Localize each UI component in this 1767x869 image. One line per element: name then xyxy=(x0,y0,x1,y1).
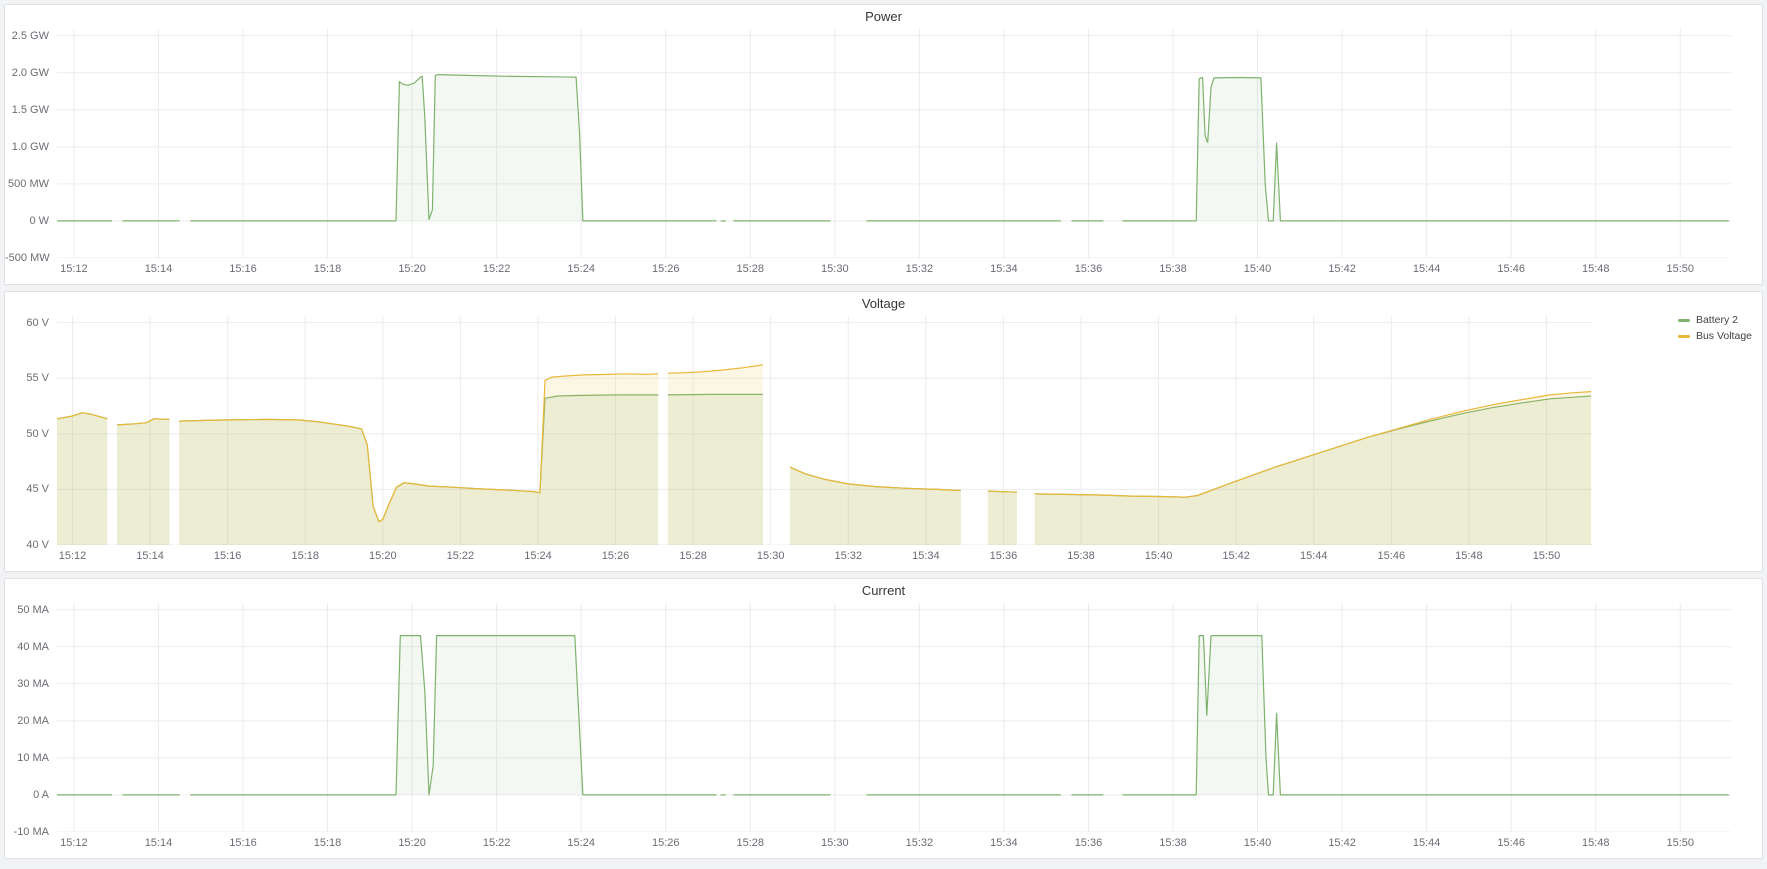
power-plot-area[interactable] xyxy=(57,29,1731,258)
y-tick-label: 500 MW xyxy=(5,178,49,190)
x-tick-label: 15:36 xyxy=(1058,837,1118,849)
x-tick-label: 15:22 xyxy=(467,263,527,275)
legend-item-bus-voltage[interactable]: Bus Voltage xyxy=(1678,330,1752,343)
y-tick-label: 50 V xyxy=(5,428,49,440)
x-tick-label: 15:14 xyxy=(128,837,188,849)
y-tick-label: 20 MA xyxy=(5,715,49,727)
x-tick-label: 15:38 xyxy=(1051,550,1111,562)
x-tick-label: 15:12 xyxy=(43,550,103,562)
x-tick-label: 15:40 xyxy=(1228,263,1288,275)
x-tick-label: 15:28 xyxy=(720,837,780,849)
x-tick-label: 15:14 xyxy=(120,550,180,562)
x-tick-label: 15:12 xyxy=(44,837,104,849)
x-tick-label: 15:42 xyxy=(1312,837,1372,849)
x-tick-label: 15:38 xyxy=(1143,263,1203,275)
voltage-legend: Battery 2 Bus Voltage xyxy=(1678,314,1752,343)
x-tick-label: 15:48 xyxy=(1439,550,1499,562)
panel-power: Power 2.5 GW 2.0 GW 1.5 GW 1.0 GW 500 MW 0 W -… xyxy=(4,4,1763,285)
legend-label-battery-2: Battery 2 xyxy=(1696,314,1738,327)
x-tick-label: 15:32 xyxy=(818,550,878,562)
dashboard: Power 2.5 GW 2.0 GW 1.5 GW 1.0 GW 500 MW 0 W -… xyxy=(0,0,1767,869)
x-tick-label: 15:18 xyxy=(298,837,358,849)
panel-voltage-title[interactable]: Voltage xyxy=(5,292,1762,316)
x-tick-label: 15:16 xyxy=(213,263,273,275)
x-tick-label: 15:32 xyxy=(889,837,949,849)
y-tick-label: 1.5 GW xyxy=(5,104,49,116)
y-tick-label: 0 W xyxy=(5,215,49,227)
x-tick-label: 15:32 xyxy=(889,263,949,275)
y-tick-label: -10 MA xyxy=(5,826,49,838)
x-tick-label: 15:12 xyxy=(44,263,104,275)
x-tick-label: 15:46 xyxy=(1361,550,1421,562)
x-tick-label: 15:50 xyxy=(1650,837,1710,849)
x-tick-label: 15:24 xyxy=(551,837,611,849)
x-tick-label: 15:42 xyxy=(1206,550,1266,562)
x-tick-label: 15:44 xyxy=(1397,837,1457,849)
y-tick-label: 2.0 GW xyxy=(5,67,49,79)
x-tick-label: 15:30 xyxy=(805,837,865,849)
y-tick-label: 30 MA xyxy=(5,678,49,690)
x-tick-label: 15:18 xyxy=(298,263,358,275)
x-tick-label: 15:34 xyxy=(974,263,1034,275)
x-tick-label: 15:36 xyxy=(973,550,1033,562)
x-tick-label: 15:40 xyxy=(1228,837,1288,849)
x-tick-label: 15:50 xyxy=(1516,550,1576,562)
y-tick-label: 50 MA xyxy=(5,604,49,616)
x-tick-label: 15:20 xyxy=(382,263,442,275)
y-tick-label: -500 MW xyxy=(5,252,49,264)
x-tick-label: 15:46 xyxy=(1481,837,1541,849)
x-tick-label: 15:34 xyxy=(974,837,1034,849)
y-tick-label: 0 A xyxy=(5,789,49,801)
x-tick-label: 15:38 xyxy=(1143,837,1203,849)
x-tick-label: 15:28 xyxy=(720,263,780,275)
x-tick-label: 15:34 xyxy=(896,550,956,562)
x-tick-label: 15:20 xyxy=(353,550,413,562)
y-tick-label: 55 V xyxy=(5,372,49,384)
panel-current: Current 50 MA 40 MA 30 MA 20 MA 10 MA 0 A -10 … xyxy=(4,578,1763,859)
legend-swatch-bus-voltage xyxy=(1678,335,1690,338)
legend-item-battery-2[interactable]: Battery 2 xyxy=(1678,314,1738,327)
x-tick-label: 15:26 xyxy=(636,263,696,275)
y-tick-label: 45 V xyxy=(5,483,49,495)
x-tick-label: 15:22 xyxy=(430,550,490,562)
x-tick-label: 15:28 xyxy=(663,550,723,562)
current-plot-area[interactable] xyxy=(57,603,1731,832)
voltage-plot-area[interactable] xyxy=(57,316,1593,545)
x-tick-label: 15:26 xyxy=(586,550,646,562)
x-tick-label: 15:22 xyxy=(467,837,527,849)
x-tick-label: 15:36 xyxy=(1058,263,1118,275)
x-tick-label: 15:44 xyxy=(1284,550,1344,562)
panel-voltage: Voltage Battery 2 Bus Voltage 60 V 55 V 50… xyxy=(4,291,1763,572)
y-tick-label: 10 MA xyxy=(5,752,49,764)
x-tick-label: 15:42 xyxy=(1312,263,1372,275)
legend-swatch-battery-2 xyxy=(1678,319,1690,322)
x-tick-label: 15:18 xyxy=(275,550,335,562)
x-tick-label: 15:26 xyxy=(636,837,696,849)
x-tick-label: 15:16 xyxy=(198,550,258,562)
y-tick-label: 40 MA xyxy=(5,641,49,653)
y-tick-label: 1.0 GW xyxy=(5,141,49,153)
x-tick-label: 15:16 xyxy=(213,837,273,849)
legend-label-bus-voltage: Bus Voltage xyxy=(1696,330,1752,343)
panel-current-title[interactable]: Current xyxy=(5,579,1762,603)
x-tick-label: 15:24 xyxy=(551,263,611,275)
x-tick-label: 15:30 xyxy=(805,263,865,275)
x-tick-label: 15:44 xyxy=(1397,263,1457,275)
x-tick-label: 15:46 xyxy=(1481,263,1541,275)
y-tick-label: 40 V xyxy=(5,539,49,551)
x-tick-label: 15:40 xyxy=(1129,550,1189,562)
x-tick-label: 15:20 xyxy=(382,837,442,849)
x-tick-label: 15:50 xyxy=(1650,263,1710,275)
x-tick-label: 15:48 xyxy=(1566,263,1626,275)
x-tick-label: 15:30 xyxy=(741,550,801,562)
y-tick-label: 60 V xyxy=(5,317,49,329)
panel-power-title[interactable]: Power xyxy=(5,5,1762,29)
x-tick-label: 15:14 xyxy=(128,263,188,275)
y-tick-label: 2.5 GW xyxy=(5,30,49,42)
x-tick-label: 15:48 xyxy=(1566,837,1626,849)
x-tick-label: 15:24 xyxy=(508,550,568,562)
